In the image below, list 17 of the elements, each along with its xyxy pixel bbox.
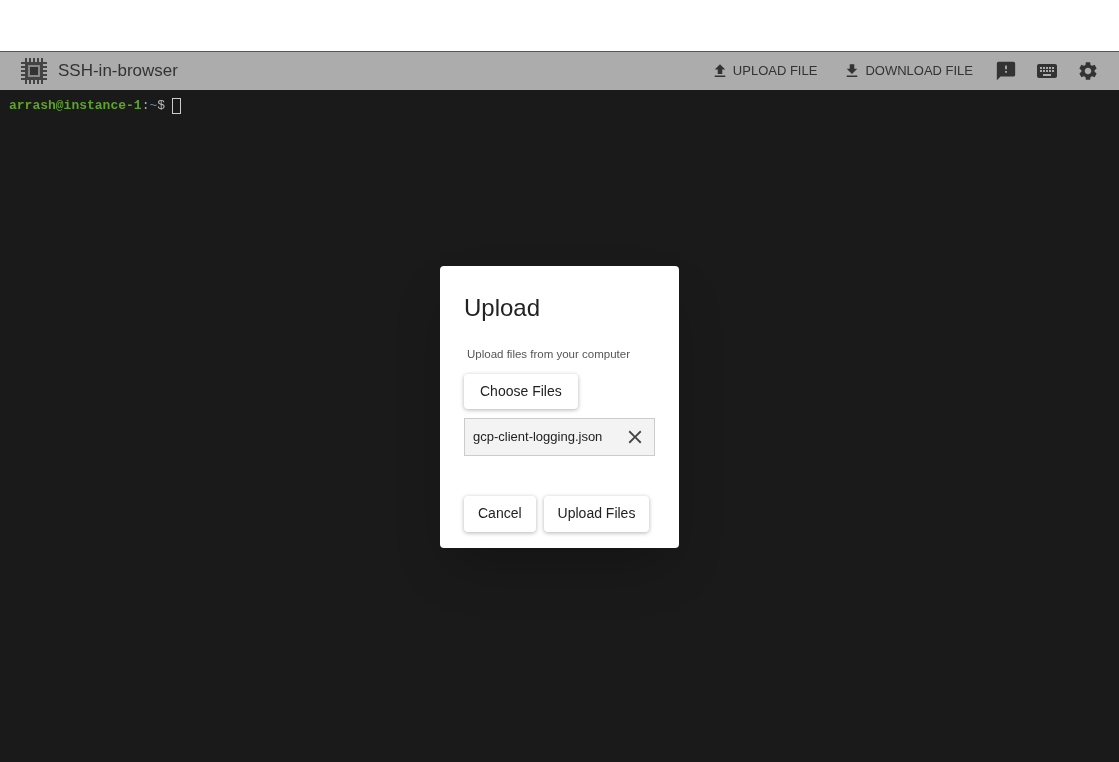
chip-icon xyxy=(20,57,48,85)
feedback-icon xyxy=(995,60,1017,82)
app-title: SSH-in-browser xyxy=(58,60,178,83)
cancel-button[interactable]: Cancel xyxy=(464,495,536,532)
prompt-path: ~ xyxy=(149,97,158,115)
cursor xyxy=(172,97,182,114)
dialog-title: Upload xyxy=(464,293,542,324)
settings-icon xyxy=(1077,60,1099,82)
prompt-symbol: $ xyxy=(157,97,166,115)
download-file-button[interactable]: DOWNLOAD FILE xyxy=(835,57,981,85)
upload-files-button[interactable]: Upload Files xyxy=(543,495,650,532)
upload-file-button[interactable]: UPLOAD FILE xyxy=(702,57,826,85)
choose-files-button[interactable]: Choose Files xyxy=(464,373,578,409)
dialog-description: Upload files from your computer xyxy=(467,347,631,363)
prompt-user-host: arrash@instance-1 xyxy=(9,97,142,115)
prompt-separator: : xyxy=(141,97,150,115)
file-name: gcp-client-logging.json xyxy=(473,427,603,446)
